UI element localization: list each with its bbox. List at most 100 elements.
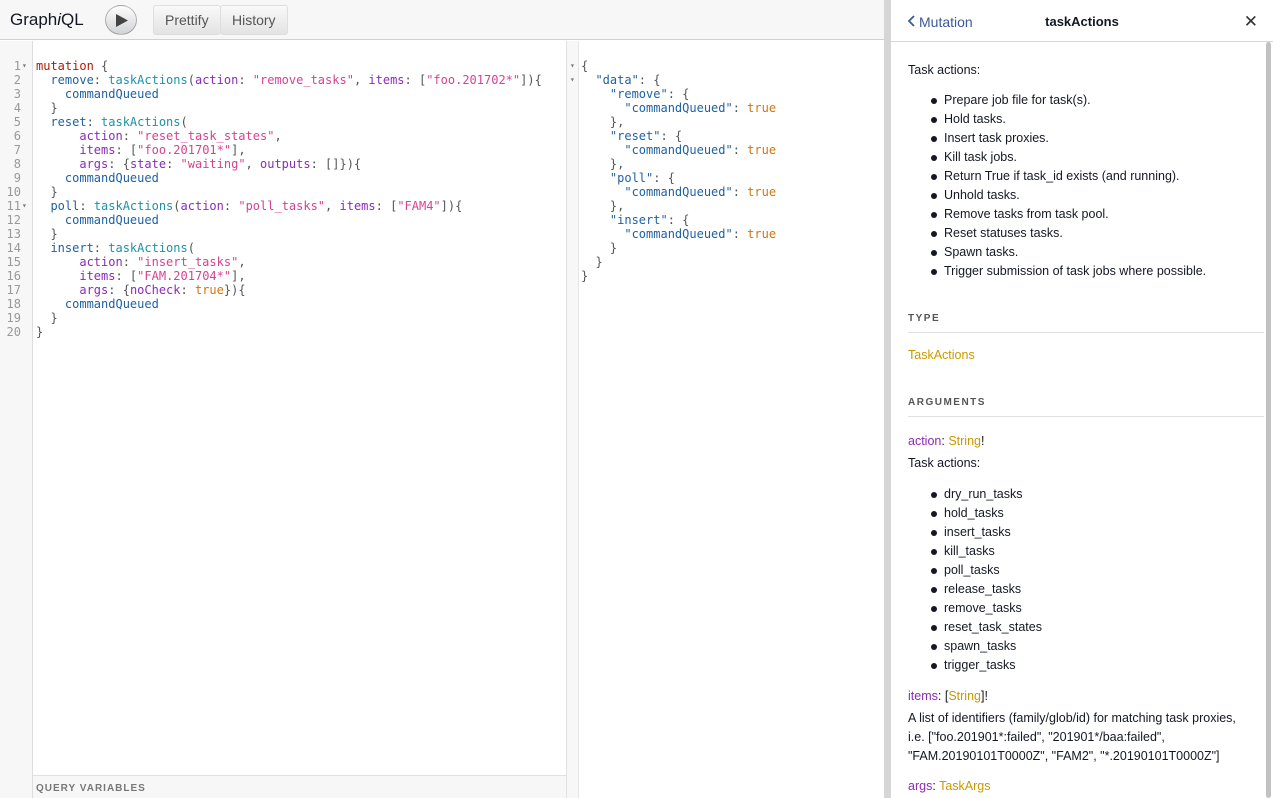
close-icon[interactable]: ✕ (1244, 12, 1258, 32)
code-token: "data" (581, 73, 639, 87)
bullet-dot-icon (931, 644, 937, 650)
bullet-dot-icon (931, 250, 937, 256)
code-token: : { (108, 157, 130, 171)
code-token: : { (638, 73, 661, 87)
result-line-text: }, (581, 199, 624, 213)
query-line-text: args: {state: "waiting", outputs: []}){ (36, 157, 361, 171)
code-token: ( (173, 199, 181, 213)
arguments-section-title: ARGUMENTS (908, 397, 1264, 417)
line-number: 11 (6, 199, 21, 213)
bullet-dot-icon (931, 98, 937, 104)
line-number: 8 (13, 157, 21, 171)
argument-action-type-link[interactable]: String (948, 434, 981, 448)
code-token: { (581, 59, 589, 73)
code-token: : (238, 73, 253, 87)
docs-resize-handle[interactable] (884, 0, 891, 798)
code-token: } (36, 325, 44, 339)
bullet-dot-icon (931, 606, 937, 612)
fold-arrow-icon[interactable]: ▾ (22, 59, 27, 73)
history-button[interactable]: History (220, 5, 288, 35)
bullet-dot-icon (931, 212, 937, 218)
description-item-text: Unhold tasks. (944, 188, 1020, 202)
code-token: state (129, 157, 167, 171)
query-line-text: commandQueued (36, 297, 159, 311)
code-token: } (36, 227, 58, 241)
code-token: "FAM.201704*" (137, 269, 232, 283)
code-token: , (238, 255, 246, 269)
query-editor[interactable]: 1 ▾ mutation {2 remove: taskActions(action… (0, 41, 566, 798)
prettify-button[interactable]: Prettify (153, 5, 221, 35)
query-line-text: } (36, 227, 58, 241)
code-token: "insert" (581, 213, 668, 227)
description-item-text: Prepare job file for task(s). (944, 93, 1091, 107)
fold-arrow-icon[interactable]: ▾ (570, 73, 575, 87)
bullet-dot-icon (931, 625, 937, 631)
bullet-dot-icon (931, 231, 937, 237)
execute-query-button[interactable] (105, 5, 137, 35)
code-token: : (93, 73, 109, 87)
code-token: : { (660, 129, 683, 143)
result-line-text: { (581, 59, 588, 73)
code-token: "foo.201702*" (426, 73, 521, 87)
code-token: } (36, 185, 58, 199)
code-token: }, (581, 157, 625, 171)
code-token: : (732, 227, 748, 241)
line-number: 10 (6, 185, 21, 199)
type-name-link[interactable]: TaskActions (908, 348, 975, 362)
code-token: ]){ (520, 73, 542, 87)
line-number: 5 (13, 115, 21, 129)
code-token: , (353, 73, 369, 87)
argument-args-type-link[interactable]: TaskArgs (939, 779, 990, 793)
bullet-dot-icon (931, 549, 937, 555)
code-token: taskActions (93, 199, 174, 213)
back-to-mutation-link[interactable]: Mutation (907, 14, 973, 30)
line-number: 1 (13, 59, 21, 73)
argument-action: action: String! (908, 434, 985, 448)
code-token: items (368, 73, 405, 87)
query-line-text: action: "insert_tasks", (36, 255, 246, 269)
query-line-text: commandQueued (36, 171, 159, 185)
code-token: taskActions (108, 241, 188, 255)
scrollbar-thumb[interactable] (1266, 42, 1271, 798)
code-token: mutation (36, 59, 94, 73)
query-line-text: reset: taskActions( (36, 115, 187, 129)
list-close-bracket: ]! (980, 689, 988, 703)
argument-items-name: items (908, 689, 938, 703)
query-variables-bar[interactable]: QUERY VARIABLES (33, 775, 566, 798)
line-number: 2 (13, 73, 21, 87)
line-number: 17 (6, 283, 21, 297)
code-token: action (194, 73, 239, 87)
code-token: } (581, 241, 618, 255)
fold-arrow-icon[interactable]: ▾ (570, 59, 575, 73)
code-token: : (86, 115, 102, 129)
argument-action-description: Task actions: (908, 456, 981, 470)
action-option-item-text: reset_task_states (944, 620, 1042, 634)
line-number: 13 (6, 227, 21, 241)
type-link[interactable]: TaskActions (908, 346, 1248, 365)
code-token: poll (36, 199, 80, 213)
description-item-text: Trigger submission of task jobs where po… (944, 264, 1207, 278)
description-item-text: Return True if task_id exists (and runni… (944, 169, 1180, 183)
code-token: items (339, 199, 376, 213)
argument-args-name: args (908, 779, 933, 793)
code-token: "waiting" (180, 157, 246, 171)
line-number: 15 (6, 255, 21, 269)
result-line-text: "remove": { (581, 87, 690, 101)
code-token: } (581, 269, 589, 283)
argument-items-type-link[interactable]: String (948, 689, 981, 703)
query-line-text: mutation { (36, 59, 108, 73)
code-token: : (732, 101, 748, 115)
code-token: "remove" (581, 87, 668, 101)
doc-explorer-scrollbar[interactable] (1266, 42, 1271, 798)
code-token: "reset" (581, 129, 661, 143)
fold-arrow-icon[interactable]: ▾ (22, 199, 27, 213)
code-token: : [ (115, 269, 138, 283)
code-token: : (122, 129, 138, 143)
code-token: true (747, 143, 777, 157)
argument-items-description: A list of identifiers (family/glob/id) f… (908, 711, 1236, 763)
line-number: 3 (13, 87, 21, 101)
code-token: : (732, 185, 748, 199)
code-token: "commandQueued" (581, 101, 733, 115)
line-number: 7 (13, 143, 21, 157)
code-token: : (223, 199, 239, 213)
